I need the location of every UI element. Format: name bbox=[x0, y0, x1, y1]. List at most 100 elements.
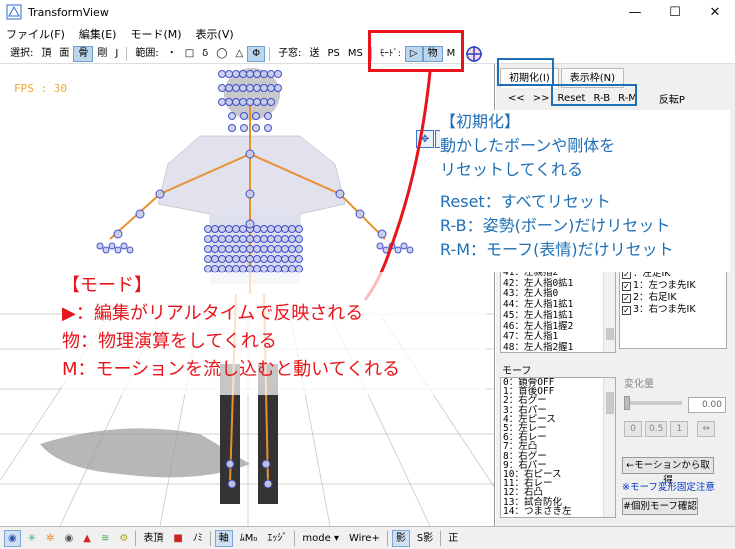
edge-button[interactable]: ｴｯｼﾞ bbox=[264, 530, 290, 547]
range-triangle[interactable]: △ bbox=[231, 46, 247, 62]
morph-amount-field[interactable]: 0.00 bbox=[688, 397, 726, 413]
swap-button[interactable]: ⇔ bbox=[697, 421, 716, 437]
maximize-button[interactable]: ☐ bbox=[655, 0, 695, 24]
bone-handle bbox=[274, 245, 282, 253]
morph-display-icon[interactable]: ▲ bbox=[80, 530, 94, 547]
select-vertex[interactable]: 頂 bbox=[37, 46, 55, 62]
list-item[interactable]: 14：つまさき左 bbox=[501, 506, 615, 516]
flip-pose-button[interactable]: 反転P bbox=[659, 91, 685, 106]
init-annotation-line: 動かしたボーンや剛体を bbox=[440, 136, 616, 155]
noise-button[interactable]: ﾉﾐ bbox=[190, 530, 206, 547]
bone-handle bbox=[204, 255, 212, 263]
range-rect[interactable]: □ bbox=[181, 46, 198, 62]
morph-amount-slider[interactable] bbox=[624, 396, 682, 410]
morph-list[interactable]: 0：鎖骨OFF 1：首後OFF 2：右グー 3：右パー 4：左ピース 5：左レー… bbox=[500, 377, 616, 518]
select-rigid[interactable]: 剛 bbox=[93, 46, 111, 62]
display-vertices-button[interactable]: 表頂 bbox=[140, 530, 166, 547]
divider bbox=[126, 46, 128, 61]
check-item[interactable]: ✓ 2：右足IK bbox=[622, 292, 726, 304]
select-bone[interactable]: 骨 bbox=[73, 45, 94, 62]
rigid-display-icon[interactable]: ✲ bbox=[43, 530, 57, 547]
scrollbar[interactable] bbox=[603, 268, 615, 352]
preset-1-button[interactable]: 1 bbox=[670, 421, 689, 437]
bone-handle bbox=[232, 245, 240, 253]
minimize-button[interactable]: — bbox=[615, 0, 655, 24]
checkbox[interactable]: ✓ bbox=[622, 305, 631, 315]
material-display-icon[interactable]: ≋ bbox=[98, 530, 112, 547]
child-send[interactable]: 送 bbox=[305, 46, 323, 62]
divider bbox=[209, 530, 211, 546]
move-icon[interactable]: ✥ bbox=[416, 130, 434, 148]
get-from-motion-button[interactable]: ←モーションから取得 bbox=[622, 457, 714, 486]
init-annotation-spacer bbox=[440, 182, 730, 190]
bone-handle bbox=[218, 255, 226, 263]
list-item[interactable]: 48：左人指2握1 bbox=[501, 342, 615, 352]
bone-handle bbox=[120, 242, 128, 250]
scrollbar[interactable] bbox=[603, 378, 615, 517]
ik-display-icon[interactable]: ⚙ bbox=[116, 530, 131, 547]
bone-handle bbox=[253, 70, 261, 78]
joint-display-icon[interactable]: ◉ bbox=[62, 530, 77, 547]
bone-handle bbox=[382, 246, 390, 254]
bone-handle bbox=[253, 255, 261, 263]
menu-file[interactable]: ファイル(F) bbox=[6, 26, 65, 42]
fps-counter: FPS : 30 bbox=[14, 82, 67, 95]
mode-dropdown[interactable]: mode ▾ bbox=[299, 530, 342, 547]
bone-handle bbox=[232, 84, 240, 92]
check-item[interactable]: ✓ 1：左つま先IK bbox=[622, 280, 726, 292]
select-face[interactable]: 面 bbox=[55, 46, 73, 62]
slider-knob[interactable] bbox=[624, 396, 630, 410]
child-ps[interactable]: PS bbox=[323, 46, 343, 62]
init-annotation-line: リセットしてくれる bbox=[440, 160, 584, 179]
bone-handle bbox=[225, 235, 233, 243]
morph-section-label: モーフ bbox=[502, 366, 532, 377]
bone-handle bbox=[264, 124, 272, 132]
check-item[interactable]: ✓ 3：右つま先IK bbox=[622, 304, 726, 316]
menu-mode[interactable]: モード(M) bbox=[130, 26, 181, 42]
menu-view[interactable]: 表示(V) bbox=[196, 26, 234, 42]
bone-handle bbox=[232, 70, 240, 78]
menu-edit[interactable]: 編集(E) bbox=[79, 26, 117, 42]
bone-handle bbox=[295, 245, 303, 253]
bone-handle bbox=[253, 235, 261, 243]
range-delta[interactable]: δ bbox=[198, 46, 212, 62]
bone-handle bbox=[246, 84, 254, 92]
select-joint[interactable]: J bbox=[111, 46, 122, 62]
child-window-label: 子窓: bbox=[278, 47, 302, 59]
range-circle[interactable]: ◯ bbox=[212, 46, 231, 62]
range-phi[interactable]: Φ bbox=[247, 45, 266, 62]
preset-half-button[interactable]: 0.5 bbox=[645, 421, 668, 437]
bone-handle bbox=[267, 235, 275, 243]
bone-list[interactable]: 41：左親指2 42：左人指0拡1 43：左人指0 44：左人指1拡1 45：左… bbox=[500, 267, 616, 353]
preset-0-button[interactable]: 0 bbox=[624, 421, 642, 437]
range-point[interactable]: ・ bbox=[163, 46, 181, 62]
crosshair-icon[interactable] bbox=[465, 45, 483, 63]
self-shadow-button[interactable]: S影 bbox=[414, 530, 436, 547]
front-view-button[interactable]: 正 bbox=[445, 530, 461, 547]
prev-button[interactable]: << bbox=[508, 93, 525, 104]
bone-handle bbox=[218, 84, 226, 92]
shadow-button[interactable]: 影 bbox=[391, 529, 410, 547]
next-button[interactable]: >> bbox=[533, 93, 550, 104]
bone-handle bbox=[388, 242, 396, 250]
child-ms[interactable]: MS bbox=[344, 46, 367, 62]
vertex-display-icon[interactable]: ◉ bbox=[4, 529, 21, 547]
wire-button[interactable]: Wire+ bbox=[346, 530, 383, 547]
bone-handle bbox=[400, 242, 408, 250]
close-button[interactable]: ✕ bbox=[695, 0, 735, 24]
checkbox[interactable]: ✓ bbox=[622, 293, 631, 303]
individual-morph-button[interactable]: #個別モーフ確認 bbox=[622, 498, 698, 515]
bone-handle bbox=[246, 98, 254, 106]
list-item[interactable]: 45：左人指1拡1 bbox=[501, 310, 615, 322]
color-swatch-icon[interactable]: ■ bbox=[170, 530, 185, 547]
bone-display-icon[interactable]: ✳ bbox=[25, 530, 39, 547]
bone-handle bbox=[239, 255, 247, 263]
bone-handle bbox=[108, 242, 116, 250]
axis-button[interactable]: 軸 bbox=[214, 529, 233, 547]
bone-handle bbox=[335, 189, 345, 199]
bone-handle bbox=[96, 242, 104, 250]
checkbox[interactable]: ✓ bbox=[622, 281, 631, 291]
bone-handle bbox=[232, 98, 240, 106]
bone-handle bbox=[246, 70, 254, 78]
mmd-button[interactable]: ﾑM₀ bbox=[237, 530, 261, 547]
